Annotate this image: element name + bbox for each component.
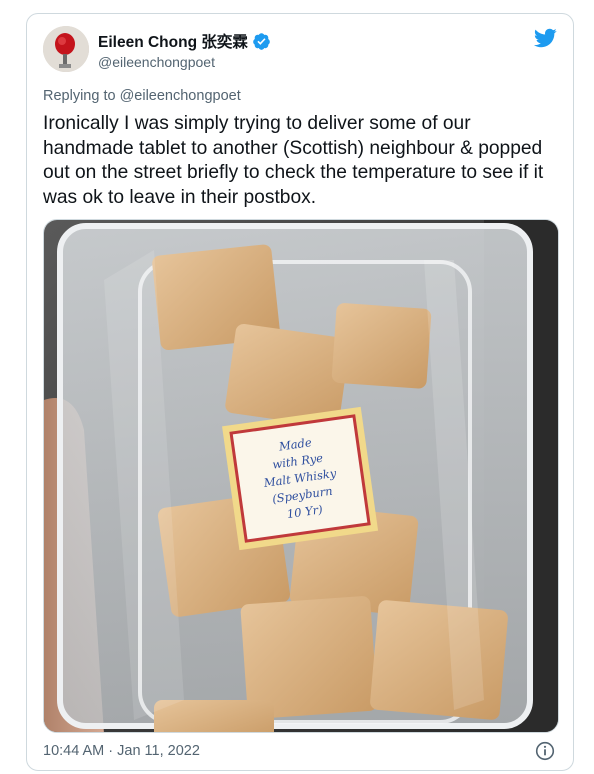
author-display-name[interactable]: Eileen Chong 张奕霖 xyxy=(98,30,248,52)
replying-prefix: Replying to xyxy=(43,88,116,104)
photo-tablet-container: Made with Rye Malt Whisky (Speyburn 10 Y… xyxy=(44,220,558,732)
tweet-card: Eileen Chong 张奕霖 @eileenchongpoet Replyi… xyxy=(26,13,574,771)
replying-to-handle[interactable]: @eileenchongpoet xyxy=(120,88,241,104)
avatar-image xyxy=(43,26,89,72)
author-avatar[interactable] xyxy=(43,26,89,72)
author-handle[interactable]: @eileenchongpoet xyxy=(98,54,215,70)
tweet-photo[interactable]: Made with Rye Malt Whisky (Speyburn 10 Y… xyxy=(43,219,559,733)
info-icon[interactable] xyxy=(535,741,555,766)
replying-to-line: Replying to @eileenchongpoet xyxy=(43,88,241,104)
twitter-bird-icon[interactable] xyxy=(533,28,557,53)
author-name-row: Eileen Chong 张奕霖 xyxy=(98,30,271,52)
verified-badge-icon xyxy=(252,32,271,51)
tweet-timestamp[interactable]: 10:44 AM · Jan 11, 2022 xyxy=(43,743,200,759)
tweet-text: Ironically I was simply trying to delive… xyxy=(43,113,544,208)
